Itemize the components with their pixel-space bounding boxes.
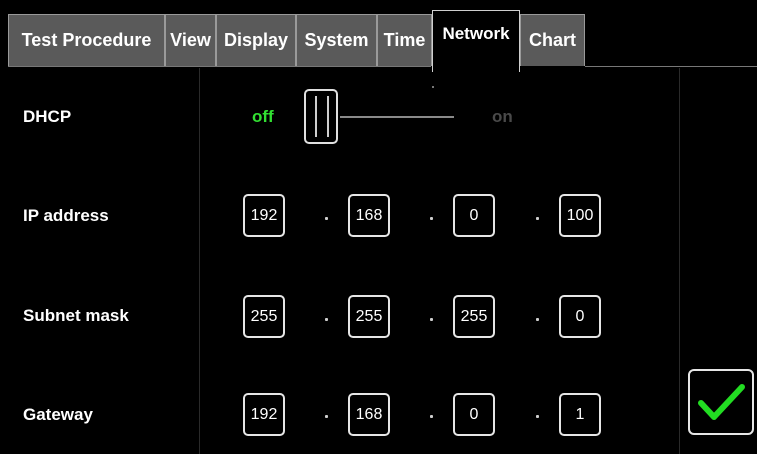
octet-separator <box>536 415 539 418</box>
subnet-mask-label: Subnet mask <box>23 306 129 325</box>
tab-divider <box>585 66 757 67</box>
switch-tick <box>432 86 434 88</box>
confirm-button[interactable] <box>688 369 754 435</box>
ip-octet-4[interactable]: 100 <box>559 194 601 237</box>
gateway-label: Gateway <box>23 405 93 424</box>
tab-label: Chart <box>528 30 576 50</box>
gateway-octet-2[interactable]: 168 <box>348 393 390 436</box>
tab-label: Network <box>442 24 510 43</box>
octet-separator <box>325 217 328 220</box>
tab-view[interactable]: View <box>165 14 216 66</box>
tab-bar: Test Procedure View Display System Time … <box>8 5 757 72</box>
ip-octet-2[interactable]: 168 <box>348 194 390 237</box>
dhcp-switch-track[interactable] <box>340 116 454 118</box>
dhcp-off-label: off <box>252 107 274 126</box>
octet-separator <box>536 318 539 321</box>
dhcp-on-label: on <box>492 107 513 126</box>
octet-separator <box>430 415 433 418</box>
tab-label: View <box>170 30 211 50</box>
checkmark-icon <box>698 384 745 420</box>
tab-chart[interactable]: Chart <box>520 14 585 66</box>
tab-time[interactable]: Time <box>377 14 432 66</box>
octet-separator <box>430 217 433 220</box>
tab-display[interactable]: Display <box>216 14 296 66</box>
subnet-octet-3[interactable]: 255 <box>453 295 495 338</box>
octet-separator <box>325 318 328 321</box>
gateway-octet-1[interactable]: 192 <box>243 393 285 436</box>
knob-grip-icon <box>315 96 329 137</box>
column-divider <box>679 68 680 454</box>
octet-separator <box>430 318 433 321</box>
subnet-octet-1[interactable]: 255 <box>243 295 285 338</box>
column-divider <box>199 68 200 454</box>
tab-label: Test Procedure <box>21 30 152 50</box>
dhcp-label: DHCP <box>23 107 72 126</box>
ip-address-label: IP address <box>23 206 109 225</box>
ip-octet-1[interactable]: 192 <box>243 194 285 237</box>
tab-label: Display <box>223 30 289 50</box>
subnet-octet-2[interactable]: 255 <box>348 295 390 338</box>
tab-divider <box>8 66 431 67</box>
tab-label: Time <box>383 30 426 50</box>
tab-label: System <box>304 30 369 50</box>
ip-octet-3[interactable]: 0 <box>453 194 495 237</box>
octet-separator <box>536 217 539 220</box>
dhcp-switch-knob[interactable] <box>304 89 338 144</box>
gateway-octet-3[interactable]: 0 <box>453 393 495 436</box>
tab-network[interactable]: Network <box>432 10 520 72</box>
tab-test-procedure[interactable]: Test Procedure <box>8 14 165 66</box>
subnet-octet-4[interactable]: 0 <box>559 295 601 338</box>
gateway-octet-4[interactable]: 1 <box>559 393 601 436</box>
tab-system[interactable]: System <box>296 14 377 66</box>
octet-separator <box>325 415 328 418</box>
